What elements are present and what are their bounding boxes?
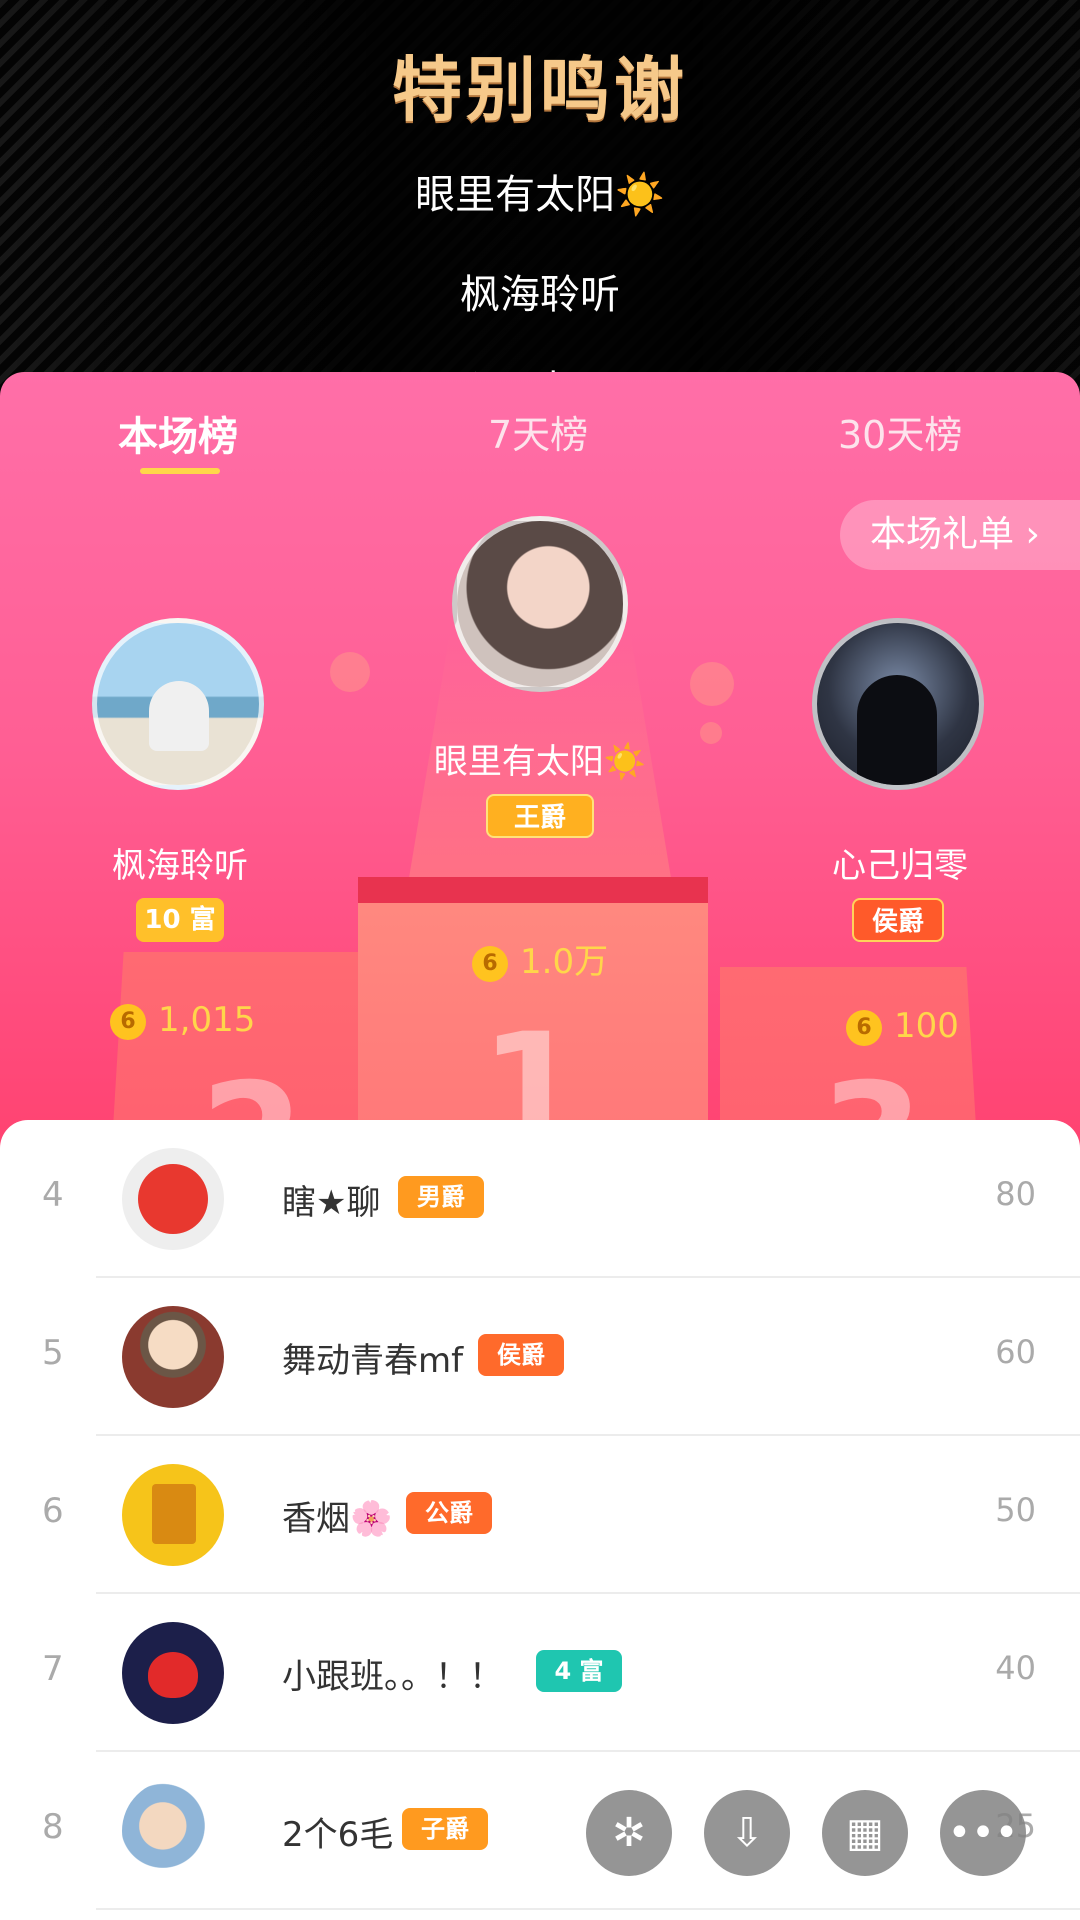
avatar[interactable] xyxy=(122,1780,224,1882)
rank-badge: 公爵 xyxy=(406,1492,492,1534)
avatar-silhouette xyxy=(857,675,937,785)
list-item[interactable]: 7 小跟班。。！！ 4 富 40 xyxy=(0,1594,1080,1752)
rank-number: 6 xyxy=(42,1491,64,1531)
coin-icon: 6 xyxy=(110,1003,146,1040)
download-button[interactable]: ⇩ xyxy=(704,1790,790,1876)
list-item[interactable]: 8 2个6毛 子爵 25 xyxy=(0,1752,1080,1910)
user-name: 香烟🌸 xyxy=(282,1499,393,1539)
user-name: 瞎★聊 xyxy=(282,1183,381,1223)
ranking-tabs: 本场榜 7天榜 30天榜 xyxy=(0,372,1080,500)
gift-list-button[interactable]: 本场礼单 › xyxy=(840,500,1080,570)
decor-bubble xyxy=(330,652,370,692)
name-rank-3: 心己归零 xyxy=(832,846,968,886)
coins-rank-2-value: 1,015 xyxy=(158,1000,256,1040)
rank-number: 5 xyxy=(42,1333,64,1373)
rank-number: 8 xyxy=(42,1807,64,1847)
more-icon: ••• xyxy=(947,1810,1019,1856)
avatar[interactable] xyxy=(122,1464,224,1566)
name-rank-2: 枫海聆听 xyxy=(112,846,248,886)
grid-button[interactable]: ▦ xyxy=(822,1790,908,1876)
badge-rank-3: 侯爵 xyxy=(852,898,944,942)
divider xyxy=(96,1908,1080,1910)
coins-rank-3-value: 100 xyxy=(894,1006,959,1046)
avatar-rank-2[interactable] xyxy=(92,618,264,790)
banner-title: 特别鸣谢 xyxy=(392,49,688,131)
share-button[interactable]: ✲ xyxy=(586,1790,672,1876)
coins-rank-2: 6 1,015 xyxy=(110,1000,255,1040)
tab-active-indicator xyxy=(140,468,220,474)
score: 40 xyxy=(995,1649,1036,1687)
avatar-rank-3[interactable] xyxy=(812,618,984,790)
thanks-banner: 特别鸣谢 眼里有太阳☀️ 枫海聆听 心己归零 xyxy=(0,0,1080,414)
list-item[interactable]: 5 舞动青春mf 侯爵 60 xyxy=(0,1278,1080,1436)
thanks-name-1: 眼里有太阳☀️ xyxy=(415,172,665,218)
share-icon: ✲ xyxy=(612,1810,646,1856)
score: 50 xyxy=(995,1491,1036,1529)
user-name: 舞动青春mf xyxy=(282,1341,464,1381)
list-item[interactable]: 6 香烟🌸 公爵 50 xyxy=(0,1436,1080,1594)
decor-bubble xyxy=(690,662,734,706)
rank-number: 7 xyxy=(42,1649,64,1689)
podium-block-1-top xyxy=(358,877,708,903)
cigarette-pack-icon xyxy=(152,1484,196,1544)
user-name: 2个6毛 xyxy=(282,1815,394,1855)
wink-face-icon xyxy=(138,1164,208,1234)
rank-badge: 男爵 xyxy=(398,1176,484,1218)
list-item[interactable]: 4 瞎★聊 男爵 80 xyxy=(0,1120,1080,1278)
avatar[interactable] xyxy=(122,1306,224,1408)
coins-rank-1: 6 1.0万 xyxy=(472,934,608,983)
avatar[interactable] xyxy=(122,1622,224,1724)
grid-icon: ▦ xyxy=(846,1810,884,1856)
badge-rank-1: 王爵 xyxy=(486,794,594,838)
avatar[interactable] xyxy=(122,1148,224,1250)
coins-rank-3: 6 100 xyxy=(846,1006,959,1046)
coin-icon: 6 xyxy=(472,945,508,982)
tab-7-days[interactable]: 7天榜 xyxy=(488,404,588,459)
rank-badge: 4 富 xyxy=(536,1650,622,1692)
tab-30-days[interactable]: 30天榜 xyxy=(838,404,962,459)
coins-rank-1-value: 1.0万 xyxy=(520,942,609,982)
score: 60 xyxy=(995,1333,1036,1371)
user-name: 小跟班。。！！ xyxy=(282,1657,503,1697)
rank-badge: 侯爵 xyxy=(478,1334,564,1376)
coin-icon: 6 xyxy=(846,1009,882,1046)
rank-number: 4 xyxy=(42,1175,64,1215)
badge-rank-2: 10 富 xyxy=(136,898,224,942)
thanks-name-2: 枫海聆听 xyxy=(460,272,620,318)
rank-list: 4 瞎★聊 男爵 80 5 舞动青春mf 侯爵 60 6 香烟🌸 公爵 50 7… xyxy=(0,1120,1080,1920)
avatar-rank-1[interactable] xyxy=(452,516,628,692)
avatar-figure xyxy=(149,681,209,751)
name-rank-1: 眼里有太阳☀️ xyxy=(433,742,647,782)
more-button[interactable]: ••• xyxy=(940,1790,1026,1876)
score: 80 xyxy=(995,1175,1036,1213)
download-icon: ⇩ xyxy=(730,1810,764,1856)
heart-icon xyxy=(148,1652,198,1698)
tab-this-show[interactable]: 本场榜 xyxy=(118,404,238,462)
rank-badge: 子爵 xyxy=(402,1808,488,1850)
